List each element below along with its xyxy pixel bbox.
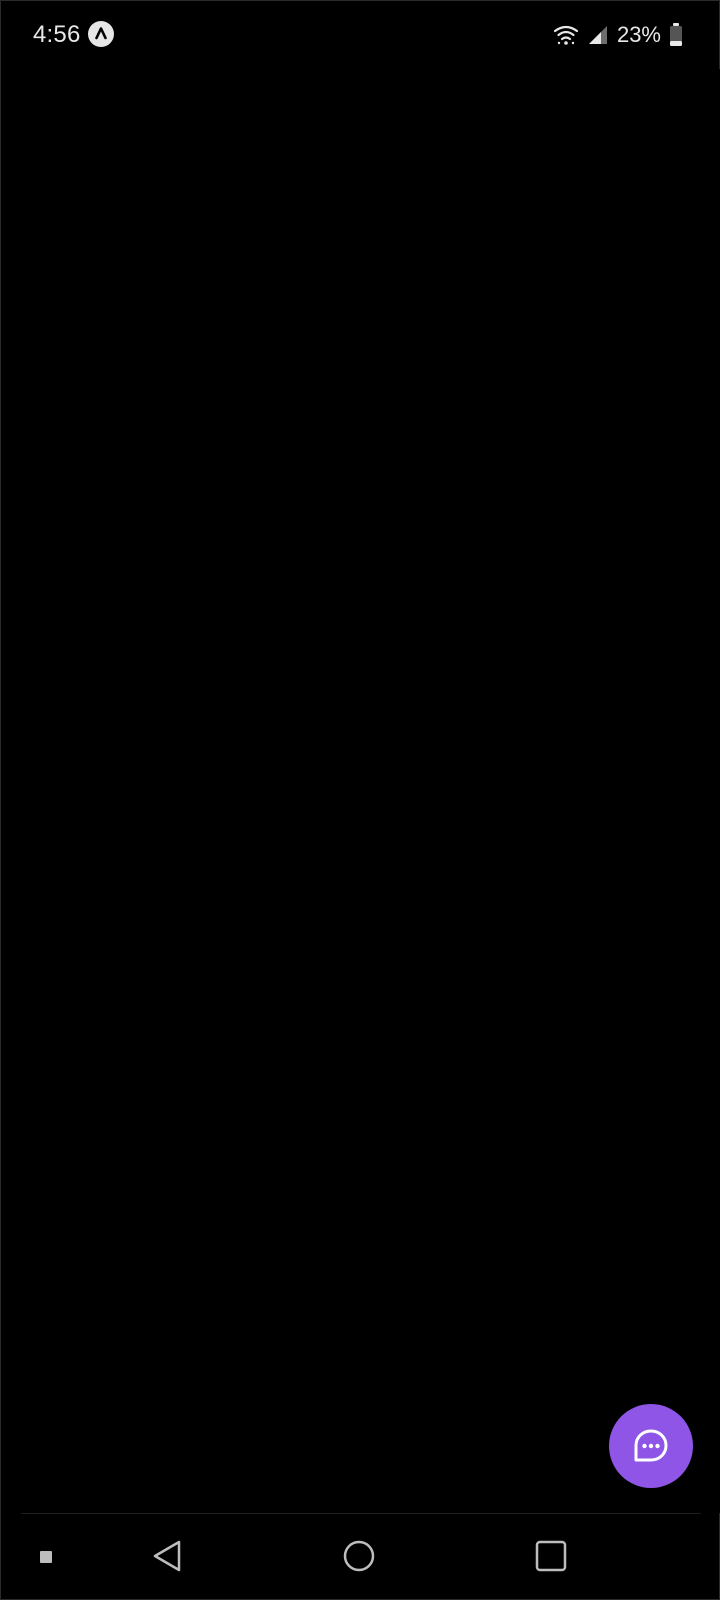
status-icons: 23%	[553, 19, 683, 51]
wifi-icon	[553, 25, 579, 45]
upward-caret-badge-icon	[88, 21, 114, 47]
navigation-bar	[1, 1514, 720, 1600]
status-time: 4:56	[33, 21, 81, 48]
home-circle-icon[interactable]	[343, 1540, 375, 1572]
back-triangle-icon[interactable]	[151, 1539, 183, 1573]
recents-square-icon[interactable]	[535, 1540, 567, 1572]
main-content	[1, 69, 720, 1513]
battery-icon	[670, 23, 682, 46]
chat-fab-button[interactable]	[609, 1404, 693, 1488]
status-bar: 4:56 23%	[1, 1, 720, 69]
battery-percentage: 23%	[616, 22, 661, 47]
phone-screen: 4:56 23%	[0, 0, 720, 1600]
cell-signal-icon	[588, 26, 607, 44]
chat-bubble-icon	[634, 1429, 668, 1462]
nav-indicator-dot	[40, 1551, 52, 1563]
